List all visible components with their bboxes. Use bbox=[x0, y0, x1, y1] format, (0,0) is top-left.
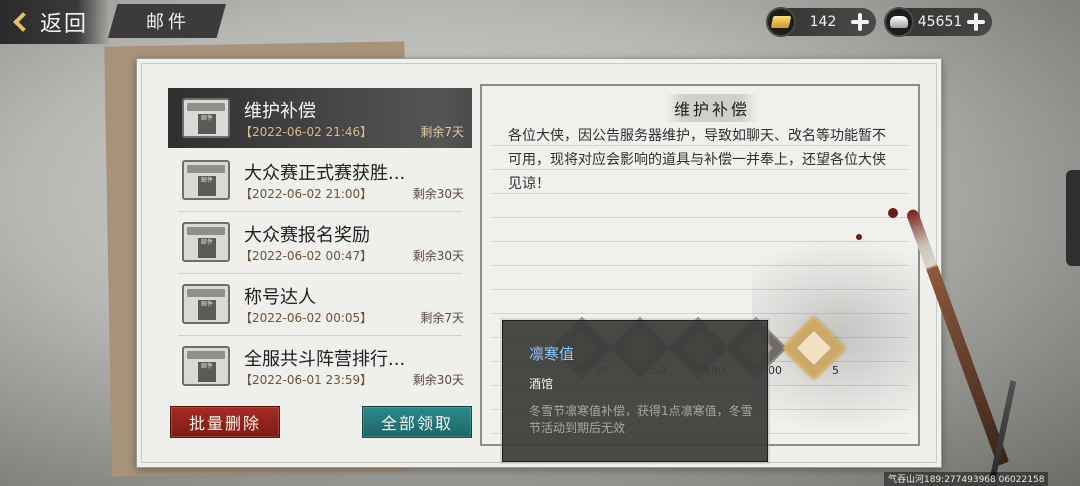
ink-drop-decoration bbox=[856, 234, 862, 240]
item-tooltip: 凛寒值 酒馆 冬雪节凛寒值补偿，获得1点凛寒值，冬雪节活动到期后无效 bbox=[502, 320, 768, 462]
mail-list-item[interactable]: 邮件 大众赛报名奖励 【2022-06-02 00:47】 剩余30天 bbox=[168, 212, 472, 274]
silver-ingot-icon bbox=[884, 7, 914, 37]
mail-list-item[interactable]: 邮件 大众赛正式赛获胜... 【2022-06-02 21:00】 剩余30天 bbox=[168, 150, 472, 212]
mail-envelope-icon: 邮件 bbox=[182, 284, 230, 324]
tooltip-item-source: 酒馆 bbox=[529, 377, 554, 391]
mail-list-item[interactable]: 邮件 称号达人 【2022-06-02 00:05】 剩余7天 bbox=[168, 274, 472, 336]
reward-count: 00 bbox=[768, 364, 782, 377]
ink-wash-decoration bbox=[752, 236, 918, 436]
mail-date: 【2022-06-02 00:47】 bbox=[240, 249, 373, 263]
mail-envelope-icon: 邮件 bbox=[182, 222, 230, 262]
mail-remaining: 剩余30天 bbox=[412, 249, 464, 263]
detail-title: 维护补偿 bbox=[666, 94, 759, 122]
claim-all-button[interactable]: 全部领取 bbox=[362, 406, 472, 438]
mail-date: 【2022-06-02 00:05】 bbox=[240, 311, 373, 325]
mail-list-item[interactable]: 邮件 维护补偿 【2022-06-02 21:46】 剩余7天 bbox=[168, 88, 472, 148]
mail-envelope-icon: 邮件 bbox=[182, 160, 230, 200]
mail-date: 【2022-06-02 21:00】 bbox=[240, 187, 373, 201]
mail-envelope-icon: 邮件 bbox=[182, 98, 230, 138]
chevron-left-icon bbox=[13, 12, 33, 32]
batch-delete-button[interactable]: 批量删除 bbox=[170, 406, 280, 438]
mail-remaining: 剩余30天 bbox=[412, 187, 464, 201]
mail-title: 大众赛报名奖励 bbox=[244, 225, 370, 246]
back-button[interactable]: 返回 bbox=[0, 0, 110, 44]
tooltip-item-description: 冬雪节凛寒值补偿，获得1点凛寒值，冬雪节活动到期后无效 bbox=[529, 404, 753, 435]
gold-currency: 142 bbox=[766, 7, 876, 37]
back-label: 返回 bbox=[40, 12, 89, 37]
side-panel-handle[interactable] bbox=[1066, 170, 1080, 266]
reward-count: 5 bbox=[832, 364, 839, 377]
add-silver-icon[interactable] bbox=[966, 12, 986, 32]
mail-title: 维护补偿 bbox=[244, 101, 316, 122]
mail-date: 【2022-06-02 21:46】 bbox=[240, 125, 373, 139]
mail-remaining: 剩余7天 bbox=[420, 125, 464, 139]
mail-title: 大众赛正式赛获胜... bbox=[244, 163, 406, 184]
gold-amount: 142 bbox=[809, 14, 837, 30]
mail-title: 称号达人 bbox=[244, 287, 316, 308]
mail-remaining: 剩余7天 bbox=[420, 311, 464, 325]
page-title: 邮件 bbox=[108, 4, 226, 38]
ink-drop-decoration bbox=[888, 208, 898, 218]
mail-date: 【2022-06-01 23:59】 bbox=[240, 373, 373, 387]
mail-remaining: 剩余30天 bbox=[412, 373, 464, 387]
detail-body: 各位大侠，因公告服务器维护，导致如聊天、改名等功能暂不可用，现将对应会影响的道具… bbox=[508, 128, 886, 192]
mail-envelope-icon: 邮件 bbox=[182, 346, 230, 386]
silver-currency: 45651 bbox=[884, 7, 992, 37]
silver-amount: 45651 bbox=[917, 14, 963, 30]
watermark: 气吞山河189:277493968 06022158 bbox=[884, 472, 1049, 486]
mail-list-item[interactable]: 邮件 全服共斗阵营排行... 【2022-06-01 23:59】 剩余30天 bbox=[168, 336, 472, 396]
tooltip-item-name: 凛寒值 bbox=[529, 345, 575, 363]
gold-ingot-icon bbox=[766, 7, 796, 37]
add-gold-icon[interactable] bbox=[850, 12, 870, 32]
mail-title: 全服共斗阵营排行... bbox=[244, 349, 406, 370]
